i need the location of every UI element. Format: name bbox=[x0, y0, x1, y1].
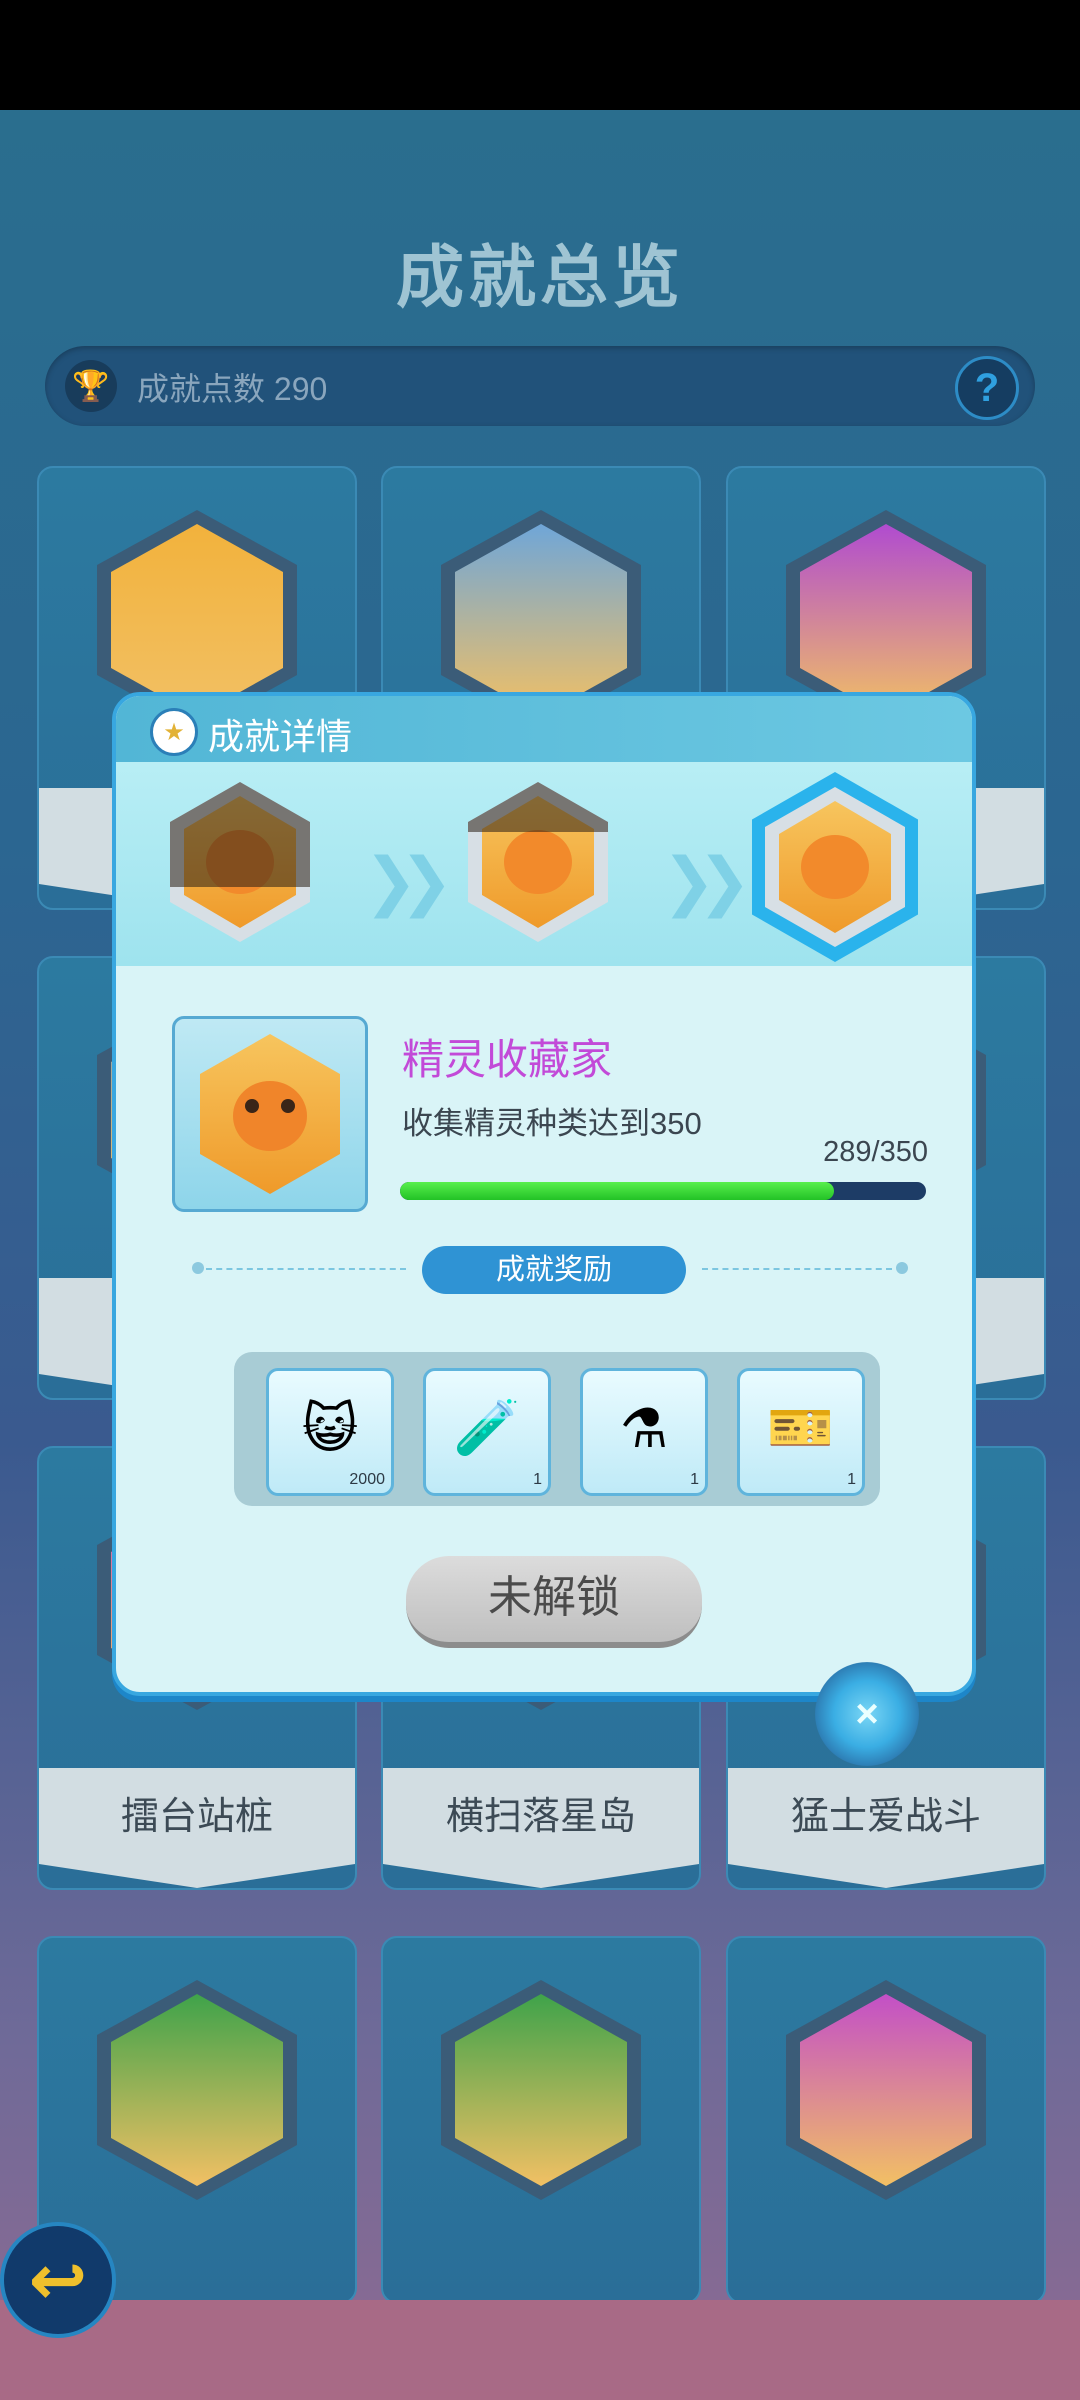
achievement-card[interactable] bbox=[726, 1936, 1046, 2304]
red-potion-icon: ⚗ bbox=[619, 1398, 669, 1459]
badge-face bbox=[455, 1994, 627, 2186]
achievement-description: 收集精灵种类达到350 bbox=[402, 1106, 702, 1141]
achievement-card-label: 猛士爱战斗 bbox=[790, 1796, 981, 1838]
achievement-card-label: 擂台站桩 bbox=[120, 1796, 273, 1838]
dialog-title: 成就详情 bbox=[208, 716, 353, 757]
achievement-points-bar: 🏆 成就点数 290 ? bbox=[45, 346, 1035, 426]
achievement-card-label: 横扫落星岛 bbox=[445, 1796, 636, 1838]
divider-dot bbox=[896, 1262, 908, 1274]
dialog-header: ★ 成就详情 bbox=[116, 696, 972, 762]
reward-section-label: 成就奖励 bbox=[422, 1246, 686, 1294]
badge-face bbox=[111, 524, 283, 716]
reward-count: 1 bbox=[533, 1471, 542, 1488]
reward-item[interactable]: 🎫 1 bbox=[737, 1368, 865, 1496]
trainer-ticket-icon: 🎫 bbox=[767, 1397, 835, 1458]
achievement-icon bbox=[172, 1016, 368, 1212]
tier-2-lock-shade bbox=[468, 782, 608, 832]
owl-icon bbox=[801, 835, 869, 899]
achievement-badge bbox=[441, 1980, 641, 2200]
progress-bar bbox=[400, 1182, 926, 1200]
chevron-right-icon: ❯❯ bbox=[364, 845, 453, 917]
tier-1-badge[interactable] bbox=[170, 782, 310, 942]
progress-bar-fill bbox=[400, 1182, 835, 1200]
reward-item[interactable]: 🧪 1 bbox=[423, 1368, 551, 1496]
divider-line-left bbox=[206, 1268, 406, 1272]
dialog-body: ★ 成就详情 ❯❯ ❯❯ 精灵收藏家 收集精灵种类达到350 289/350 成… bbox=[112, 692, 976, 1696]
achievement-badge bbox=[97, 1980, 297, 2200]
status-bar bbox=[0, 0, 1080, 110]
reward-item[interactable]: ⚗ 1 bbox=[580, 1368, 708, 1496]
tier-strip: ❯❯ ❯❯ bbox=[116, 762, 972, 966]
reward-count: 2000 bbox=[349, 1471, 385, 1488]
close-button[interactable]: × bbox=[815, 1662, 919, 1766]
achievement-points-text: 成就点数 290 bbox=[137, 371, 328, 407]
chevron-right-icon: ❯❯ bbox=[662, 845, 751, 917]
tier-1-lock-shade bbox=[170, 782, 310, 887]
owl-icon bbox=[504, 830, 572, 894]
tier-2-badge[interactable] bbox=[468, 782, 608, 942]
achievement-card[interactable] bbox=[381, 1936, 701, 2304]
tier-3-badge bbox=[765, 787, 905, 947]
potion-bottle-icon: 🧪 bbox=[453, 1397, 521, 1458]
progress-text: 289/350 bbox=[823, 1136, 928, 1168]
bottom-area bbox=[0, 2300, 1080, 2400]
help-button[interactable]: ? bbox=[955, 356, 1019, 420]
page-title: 成就总览 bbox=[395, 240, 684, 316]
badge-face bbox=[800, 524, 972, 716]
star-badge-icon: ★ bbox=[150, 708, 198, 756]
badge-face bbox=[800, 1994, 972, 2186]
trophy-icon: 🏆 bbox=[65, 360, 117, 412]
achievement-badge bbox=[786, 1980, 986, 2200]
reward-item[interactable]: 😺 2000 bbox=[266, 1368, 394, 1496]
badge-face bbox=[111, 1994, 283, 2186]
reward-count: 1 bbox=[690, 1471, 699, 1488]
reward-list: 😺 2000 🧪 1 ⚗ 1 🎫 1 bbox=[234, 1352, 880, 1506]
tier-3-selected-frame[interactable] bbox=[752, 772, 918, 962]
divider-dot bbox=[192, 1262, 204, 1274]
unlock-button[interactable]: 未解锁 bbox=[406, 1556, 702, 1648]
owl-eyes bbox=[245, 1099, 295, 1115]
back-button[interactable]: ↩ bbox=[0, 2222, 116, 2338]
achievement-detail-dialog: ★ 成就详情 ❯❯ ❯❯ 精灵收藏家 收集精灵种类达到350 289/350 成… bbox=[112, 692, 976, 1696]
owl-icon bbox=[233, 1081, 307, 1151]
cat-coin-icon: 😺 bbox=[301, 1398, 359, 1459]
reward-count: 1 bbox=[847, 1471, 856, 1488]
divider-line-right bbox=[702, 1268, 892, 1272]
achievement-name: 精灵收藏家 bbox=[402, 1036, 613, 1083]
badge-face bbox=[455, 524, 627, 716]
